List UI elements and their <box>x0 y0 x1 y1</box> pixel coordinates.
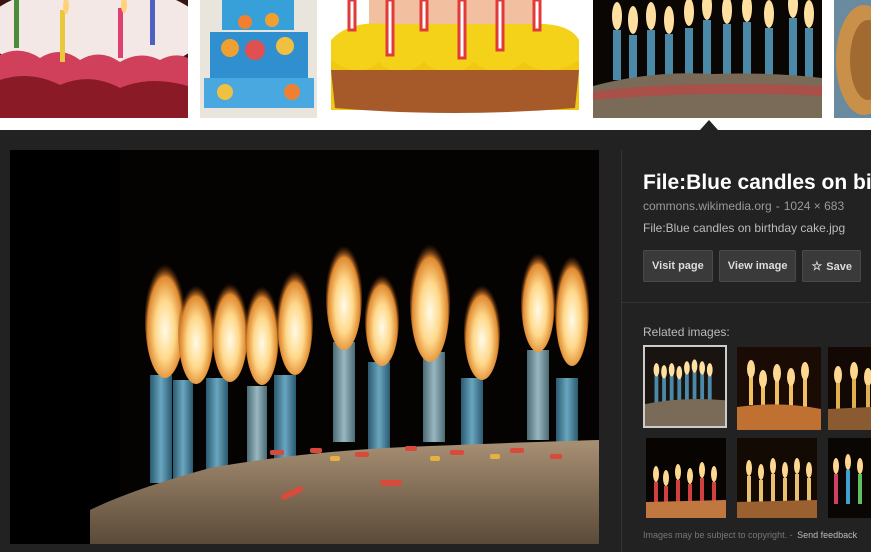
result-thumbnail-cartoon-cake[interactable] <box>329 0 581 118</box>
footer-separator: - <box>789 530 793 540</box>
related-images-label: Related images: <box>643 325 730 339</box>
preview-panel: File:Blue candles on birthday cake.jpg c… <box>0 130 871 552</box>
result-thumbnail-blue-candles[interactable] <box>593 0 822 118</box>
meta-separator: - <box>775 199 780 213</box>
result-thumbnail-fish-cake[interactable] <box>200 0 317 118</box>
results-strip <box>0 0 871 130</box>
related-image-5[interactable] <box>737 438 817 518</box>
save-button[interactable]: ☆ Save <box>802 250 861 282</box>
related-image-4[interactable] <box>646 438 726 518</box>
panel-divider <box>621 150 622 552</box>
image-info: File:Blue candles on birthday cake.jpg c… <box>643 170 871 236</box>
image-dimensions: 1024 × 683 <box>783 199 845 213</box>
related-image-2[interactable] <box>737 347 821 430</box>
image-source[interactable]: commons.wikimedia.org <box>643 199 772 213</box>
related-image-6[interactable] <box>828 438 871 518</box>
star-icon: ☆ <box>811 259 823 273</box>
action-buttons: Visit page View image ☆ Save <box>643 250 871 282</box>
save-button-label: Save <box>826 261 852 273</box>
image-title[interactable]: File:Blue candles on birthday cake.jpg <box>643 170 871 196</box>
image-meta: commons.wikimedia.org -1024 × 683 <box>643 198 871 214</box>
copyright-footer: Images may be subject to copyright. - Se… <box>643 530 871 540</box>
result-thumbnail-pink-cake[interactable] <box>0 0 188 118</box>
section-divider <box>622 302 871 303</box>
selected-caret <box>700 120 718 130</box>
preview-image[interactable] <box>10 150 599 544</box>
view-image-button[interactable]: View image <box>718 250 797 282</box>
result-thumbnail-partial[interactable] <box>834 0 871 118</box>
related-image-3[interactable] <box>828 347 871 430</box>
related-image-1[interactable] <box>643 345 727 428</box>
send-feedback-link[interactable]: Send feedback <box>797 530 857 540</box>
image-filename: File:Blue candles on birthday cake.jpg <box>643 221 846 235</box>
visit-page-button[interactable]: Visit page <box>643 250 713 282</box>
copyright-notice: Images may be subject to copyright. <box>643 530 788 540</box>
